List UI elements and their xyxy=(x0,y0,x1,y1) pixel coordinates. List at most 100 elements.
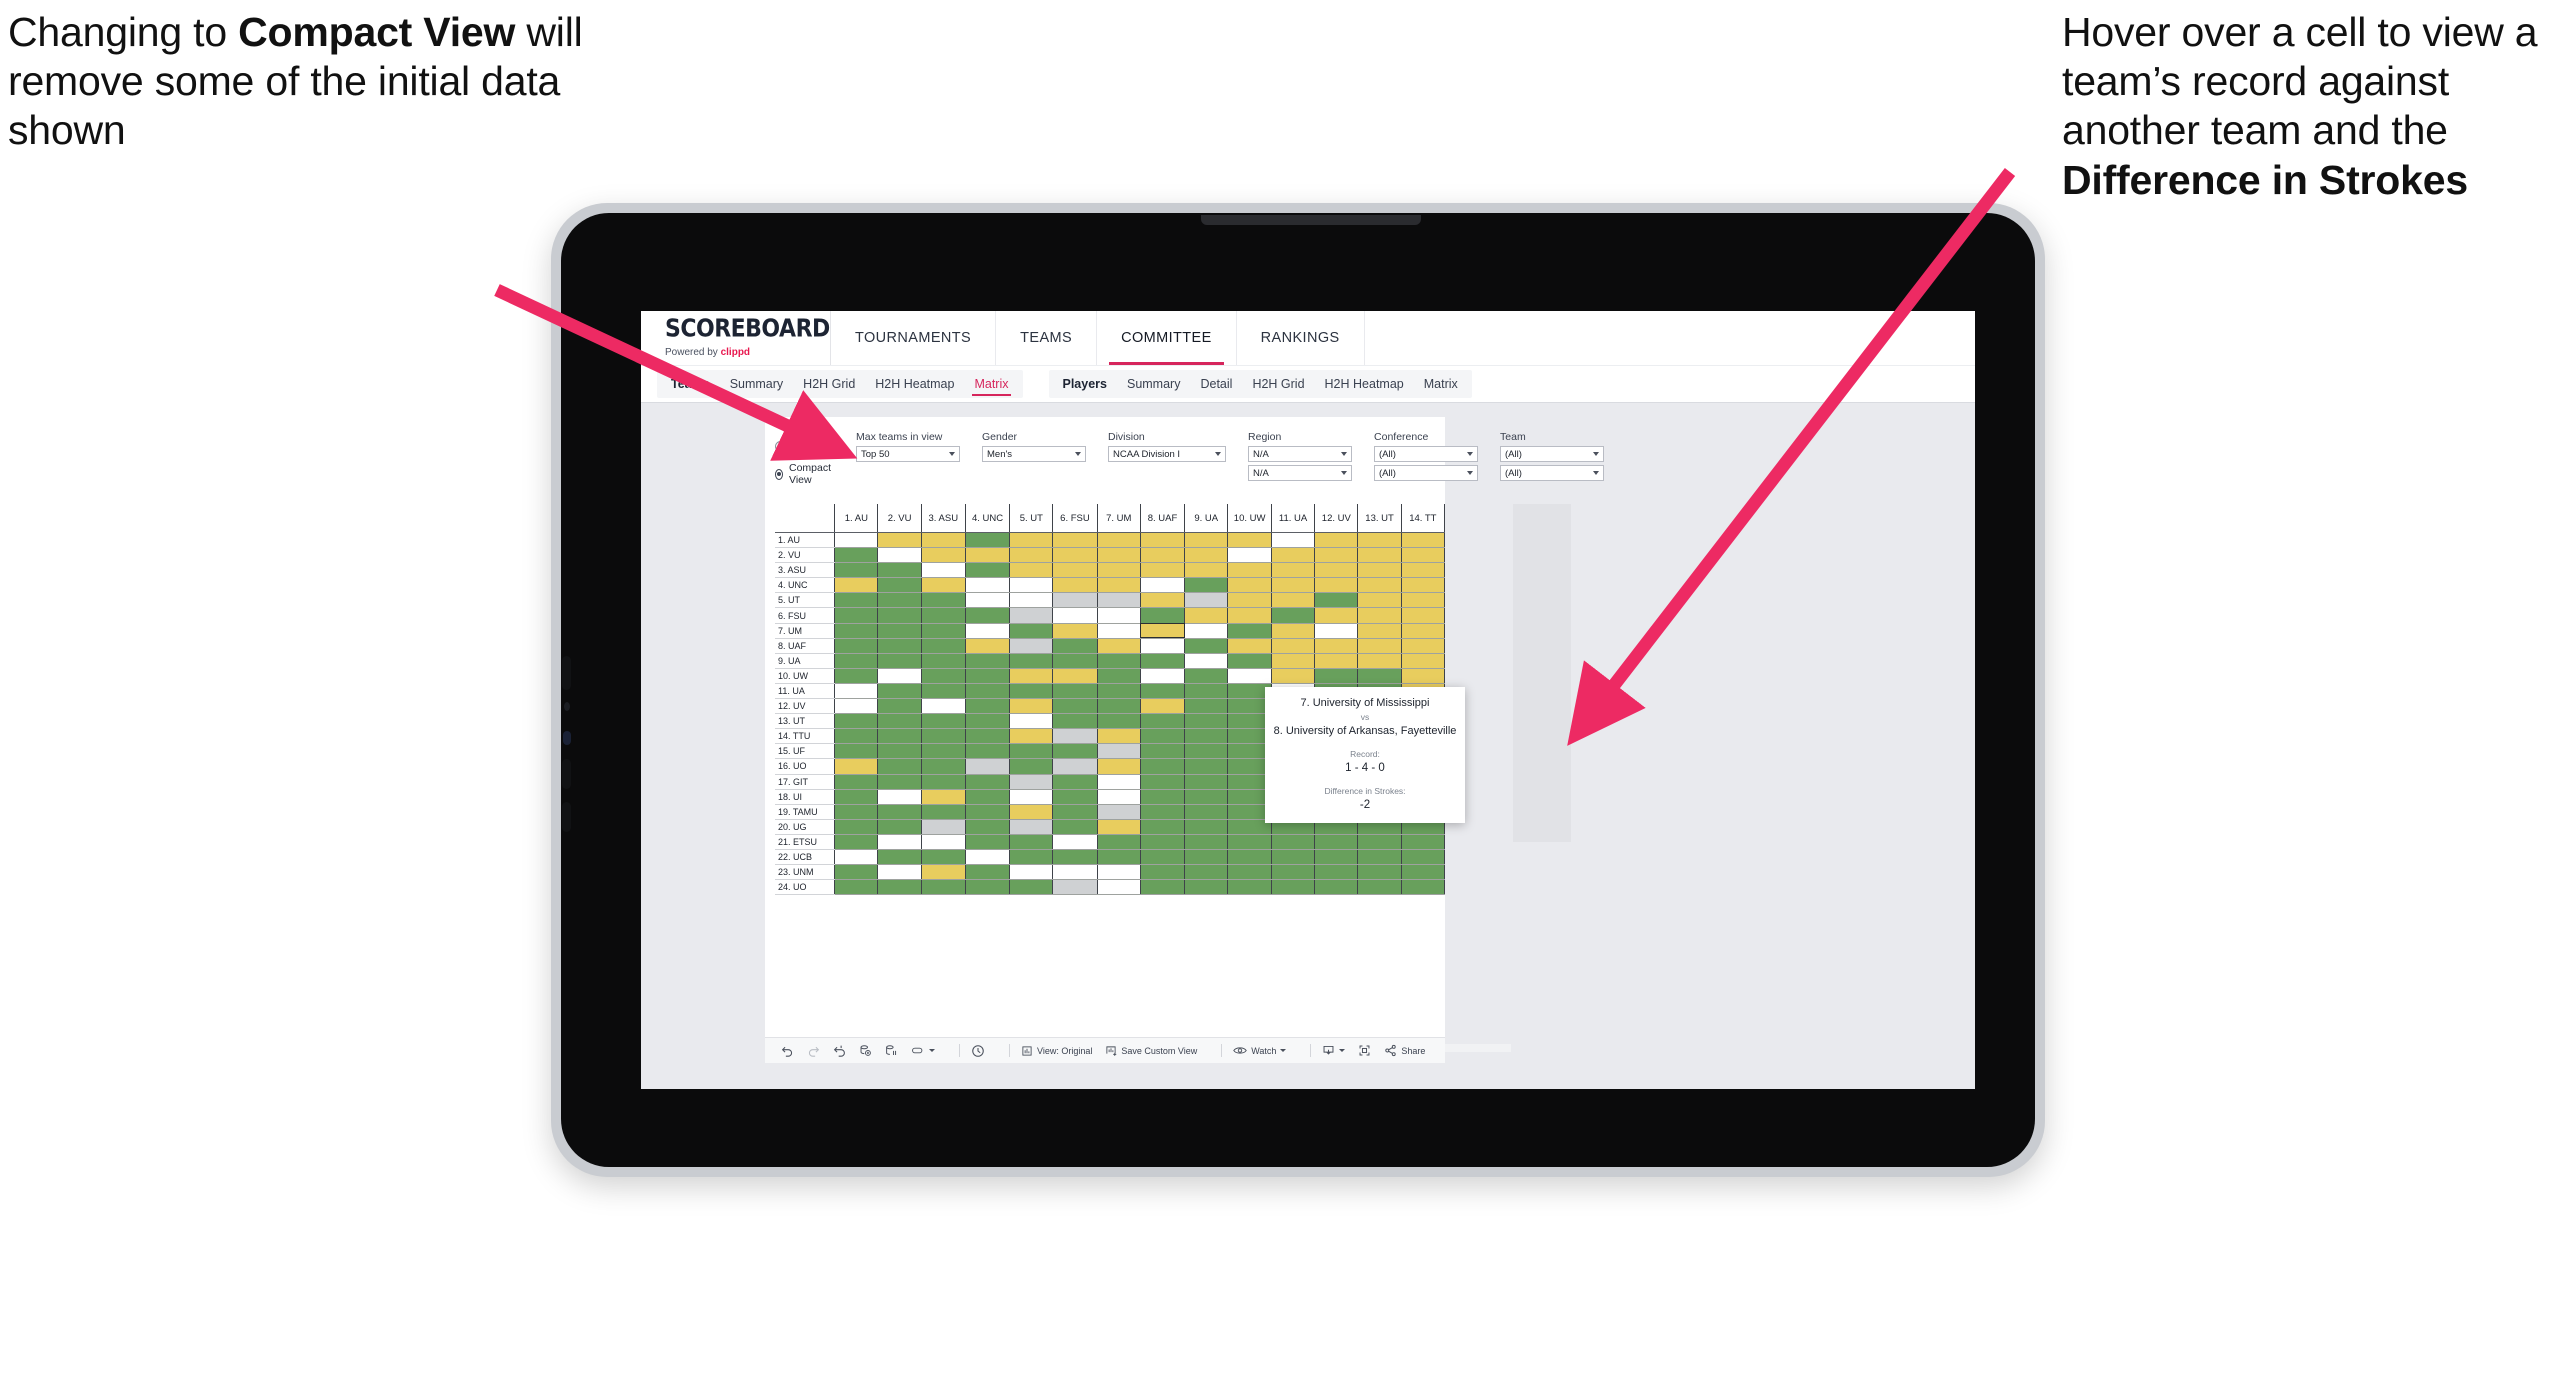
matrix-cell[interactable] xyxy=(1184,607,1228,624)
matrix-cell[interactable] xyxy=(1314,864,1358,881)
matrix-cell[interactable] xyxy=(920,653,966,669)
matrix-cell[interactable] xyxy=(1227,864,1272,881)
matrix-cell[interactable] xyxy=(834,698,878,715)
matrix-cell[interactable] xyxy=(1184,789,1228,805)
matrix-cell[interactable] xyxy=(1139,849,1185,866)
matrix-cell[interactable] xyxy=(1009,819,1053,835)
matrix-cell[interactable] xyxy=(920,849,966,866)
subtab-teams-h2h-heatmap[interactable]: H2H Heatmap xyxy=(865,377,964,391)
matrix-cell[interactable] xyxy=(1052,758,1098,775)
subtab-teams-h2h-grid[interactable]: H2H Grid xyxy=(793,377,865,391)
nav-committee[interactable]: COMMITTEE xyxy=(1097,311,1237,365)
matrix-row-header[interactable]: 8. UAF xyxy=(775,638,835,654)
matrix-cell[interactable] xyxy=(834,879,878,896)
matrix-cell[interactable] xyxy=(920,879,966,896)
matrix-cell[interactable] xyxy=(877,728,922,745)
nav-rankings[interactable]: RANKINGS xyxy=(1237,311,1365,365)
subtab-players-detail[interactable]: Detail xyxy=(1190,377,1242,391)
matrix-cell[interactable] xyxy=(1052,532,1098,549)
matrix-cell[interactable] xyxy=(1314,638,1358,654)
subtab-players-summary[interactable]: Summary xyxy=(1117,377,1190,391)
matrix-cell[interactable] xyxy=(1184,758,1228,775)
matrix-cell[interactable] xyxy=(1357,653,1402,669)
matrix-cell[interactable] xyxy=(964,789,1010,805)
matrix-cell[interactable] xyxy=(1184,668,1228,684)
matrix-cell[interactable] xyxy=(834,743,878,760)
matrix-cell[interactable] xyxy=(920,728,966,745)
matrix-cell[interactable] xyxy=(1270,638,1315,654)
matrix-cell[interactable] xyxy=(964,653,1010,669)
matrix-cell[interactable] xyxy=(964,879,1010,896)
matrix-cell[interactable] xyxy=(1270,653,1315,669)
matrix-cell[interactable] xyxy=(964,668,1010,684)
matrix-cell[interactable] xyxy=(1052,728,1098,745)
matrix-cell[interactable] xyxy=(1052,668,1098,684)
matrix-row-header[interactable]: 11. UA xyxy=(775,683,835,700)
matrix-cell[interactable] xyxy=(1096,638,1141,654)
matrix-cell[interactable] xyxy=(920,532,966,549)
matrix-cell[interactable] xyxy=(1096,743,1141,760)
matrix-cell[interactable] xyxy=(877,532,922,549)
matrix-cell[interactable] xyxy=(1357,879,1402,896)
matrix-cell[interactable] xyxy=(1052,562,1098,579)
matrix-cell[interactable] xyxy=(834,774,878,790)
matrix-cell[interactable] xyxy=(1096,758,1141,775)
matrix-cell[interactable] xyxy=(1096,683,1141,700)
matrix-cell[interactable] xyxy=(1227,607,1272,624)
matrix-cell[interactable] xyxy=(1096,668,1141,684)
conference-select-2[interactable]: (All) xyxy=(1374,465,1479,481)
matrix-cell[interactable] xyxy=(1139,653,1185,669)
matrix-row-header[interactable]: 4. UNC xyxy=(775,577,835,594)
matrix-col-header[interactable]: 6. FSU xyxy=(1052,504,1098,533)
matrix-cell[interactable] xyxy=(1184,698,1228,715)
refresh-button[interactable] xyxy=(859,1044,872,1057)
matrix-row-header[interactable]: 16. UO xyxy=(775,758,835,775)
matrix-cell[interactable] xyxy=(1139,562,1185,579)
matrix-cell[interactable] xyxy=(1400,668,1446,684)
matrix-cell[interactable] xyxy=(1096,547,1141,564)
matrix-cell[interactable] xyxy=(1096,532,1141,549)
matrix-row-header[interactable]: 1. AU xyxy=(775,532,835,549)
matrix-cell[interactable] xyxy=(964,698,1010,715)
matrix-cell[interactable] xyxy=(920,562,966,579)
matrix-cell[interactable] xyxy=(964,592,1010,609)
matrix-cell[interactable] xyxy=(1139,879,1185,896)
matrix-cell[interactable] xyxy=(920,592,966,609)
matrix-cell[interactable] xyxy=(1400,623,1446,639)
matrix-cell[interactable] xyxy=(1139,547,1185,564)
matrix-cell[interactable] xyxy=(834,758,878,775)
nav-teams[interactable]: TEAMS xyxy=(996,311,1098,365)
matrix-cell[interactable] xyxy=(1270,623,1315,639)
pause-auto-updates-dropdown[interactable] xyxy=(911,1044,935,1057)
matrix-cell[interactable] xyxy=(920,638,966,654)
matrix-cell[interactable] xyxy=(1052,653,1098,669)
matrix-cell[interactable] xyxy=(964,758,1010,775)
matrix-row-header[interactable]: 22. UCB xyxy=(775,849,835,866)
matrix-cell[interactable] xyxy=(1096,607,1141,624)
matrix-cell[interactable] xyxy=(1314,592,1358,609)
matrix-col-header[interactable]: 2. VU xyxy=(877,504,922,533)
matrix-cell[interactable] xyxy=(1400,879,1446,896)
matrix-cell[interactable] xyxy=(877,879,922,896)
matrix-cell[interactable] xyxy=(877,758,922,775)
matrix-cell[interactable] xyxy=(920,547,966,564)
matrix-cell[interactable] xyxy=(1139,638,1185,654)
radio-full-view[interactable]: Full View xyxy=(775,434,834,458)
matrix-cell[interactable] xyxy=(1139,819,1185,835)
matrix-cell[interactable] xyxy=(1096,653,1141,669)
matrix-cell[interactable] xyxy=(1184,713,1228,730)
matrix-cell[interactable] xyxy=(834,864,878,881)
matrix-cell[interactable] xyxy=(1009,834,1053,850)
matrix-cell[interactable] xyxy=(1227,532,1272,549)
matrix-cell[interactable] xyxy=(1052,834,1098,850)
matrix-row-header[interactable]: 14. TTU xyxy=(775,728,835,745)
pause-button[interactable] xyxy=(885,1044,898,1057)
team-select-1[interactable]: (All) xyxy=(1500,446,1605,462)
matrix-cell[interactable] xyxy=(1139,683,1185,700)
matrix-cell[interactable] xyxy=(834,532,878,549)
matrix-cell[interactable] xyxy=(1052,623,1098,639)
matrix-cell[interactable] xyxy=(1227,834,1272,850)
matrix-cell[interactable] xyxy=(877,547,922,564)
matrix-cell[interactable] xyxy=(1052,879,1098,896)
matrix-cell[interactable] xyxy=(877,698,922,715)
